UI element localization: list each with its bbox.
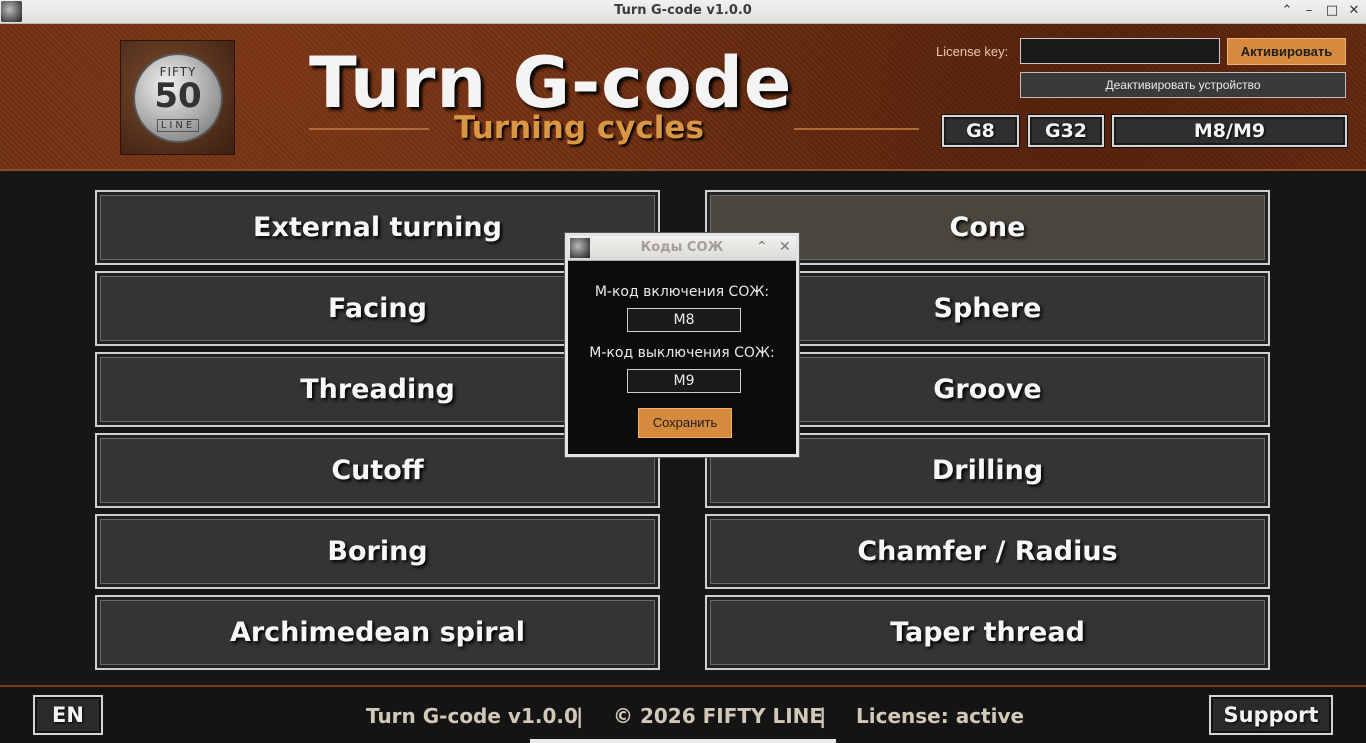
coolant-off-label: М-код выключения СОЖ: [589, 345, 775, 361]
footer-version: Turn G-code v1.0.0 [366, 704, 578, 728]
footer-copyright: © 2026 FIFTY LINE [613, 704, 824, 728]
fifty-line-logo: FIFTY 50 LINE [120, 40, 235, 155]
coolant-off-input[interactable]: M9 [627, 369, 741, 393]
coolant-codes-dialog: Коды СОЖ ⌃ ✕ М-код включения СОЖ: M8 М-к… [565, 233, 799, 457]
support-button[interactable]: Support [1209, 695, 1333, 735]
footer-indicator-bar [530, 739, 836, 743]
minimize-icon[interactable]: – [1300, 2, 1318, 20]
logo-number: 50 [154, 76, 202, 116]
app-header: FIFTY 50 LINE Turn G-code Turning cycles… [0, 24, 1366, 171]
chamfer-radius-button[interactable]: Chamfer / Radius [705, 514, 1270, 589]
taper-thread-button[interactable]: Taper thread [705, 595, 1270, 670]
footer-separator: | [819, 704, 827, 728]
subtitle-rule-left [309, 128, 429, 130]
activate-button[interactable]: Активировать [1227, 38, 1346, 65]
window-titlebar: Turn G-code v1.0.0 ⌃ – □ ✕ [0, 0, 1366, 24]
language-button[interactable]: EN [33, 695, 103, 735]
logo-bottom-text: LINE [156, 119, 200, 132]
chevron-up-icon[interactable]: ⌃ [756, 239, 768, 255]
archimedean-spiral-button[interactable]: Archimedean spiral [95, 595, 660, 670]
app-footer: EN Turn G-code v1.0.0 | © 2026 FIFTY LIN… [0, 685, 1366, 743]
license-key-input[interactable] [1020, 38, 1220, 64]
m8-m9-button[interactable]: M8/M9 [1111, 114, 1348, 148]
save-button[interactable]: Сохранить [638, 408, 732, 438]
maximize-up-icon[interactable]: ⌃ [1278, 2, 1296, 20]
g8-button[interactable]: G8 [941, 114, 1020, 148]
restore-icon[interactable]: □ [1323, 2, 1341, 20]
footer-separator: | [576, 704, 584, 728]
logo-coin: FIFTY 50 LINE [133, 53, 223, 143]
coolant-on-input[interactable]: M8 [627, 308, 741, 332]
boring-button[interactable]: Boring [95, 514, 660, 589]
app-subtitle: Turning cycles [454, 110, 704, 146]
footer-license-status: License: active [856, 704, 1025, 728]
license-key-label: License key: [936, 44, 1009, 59]
dialog-close-icon[interactable]: ✕ [779, 239, 791, 255]
dialog-titlebar: Коды СОЖ ⌃ ✕ [568, 236, 796, 261]
deactivate-device-button[interactable]: Деактивировать устройство [1020, 72, 1346, 98]
coolant-on-label: М-код включения СОЖ: [594, 284, 770, 300]
window-title: Turn G-code v1.0.0 [614, 3, 752, 18]
g32-button[interactable]: G32 [1027, 114, 1105, 148]
subtitle-rule-right [794, 128, 919, 130]
close-icon[interactable]: ✕ [1345, 2, 1363, 20]
